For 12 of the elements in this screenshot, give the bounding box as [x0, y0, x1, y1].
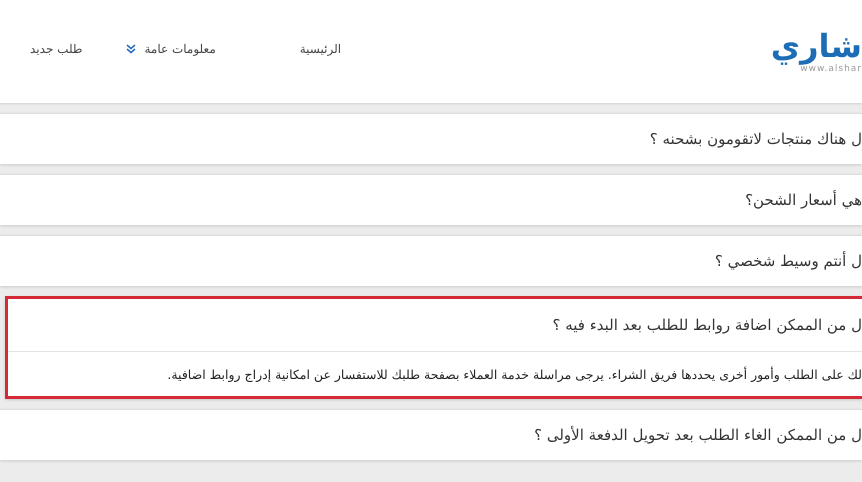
faq-item[interactable]: ل أنتم وسيط شخصي ؟ — [0, 235, 862, 286]
faq-item[interactable]: ل هناك منتجات لاتقومون بشحنه ؟ — [0, 113, 862, 164]
nav-link[interactable]: معلومات عامة — [126, 38, 216, 60]
faq-item[interactable]: هي أسعار الشحن؟ — [0, 174, 862, 225]
faq-item[interactable]: ل من الممكن الغاء الطلب بعد تحويل الدفعة الأولى ؟ — [0, 409, 862, 460]
faq-item[interactable]: ل من الممكن اضافة روابط للطلب بعد البدء فيه ؟ لك على الطلب وأمور أخرى يحددها فريق الشراء. يرجى مراسلة خدمة العملاء بصفحة طلبك للاستفسار عن امكانية إدراج روابط اضافية. — [5, 296, 862, 399]
nav-link[interactable]: الرئيسية — [300, 38, 342, 60]
double-chevron-icon — [126, 44, 136, 54]
faq-question: ل من الممكن اضافة روابط للطلب بعد البدء فيه ؟ — [8, 299, 862, 352]
logo-url: www.alshar — [800, 64, 862, 74]
faq-answer: لك على الطلب وأمور أخرى يحددها فريق الشراء. يرجى مراسلة خدمة العملاء بصفحة طلبك للاستفسار عن امكانية إدراج روابط اضافية. — [166, 366, 862, 384]
nav-link[interactable]: طلب جديد — [30, 38, 82, 60]
